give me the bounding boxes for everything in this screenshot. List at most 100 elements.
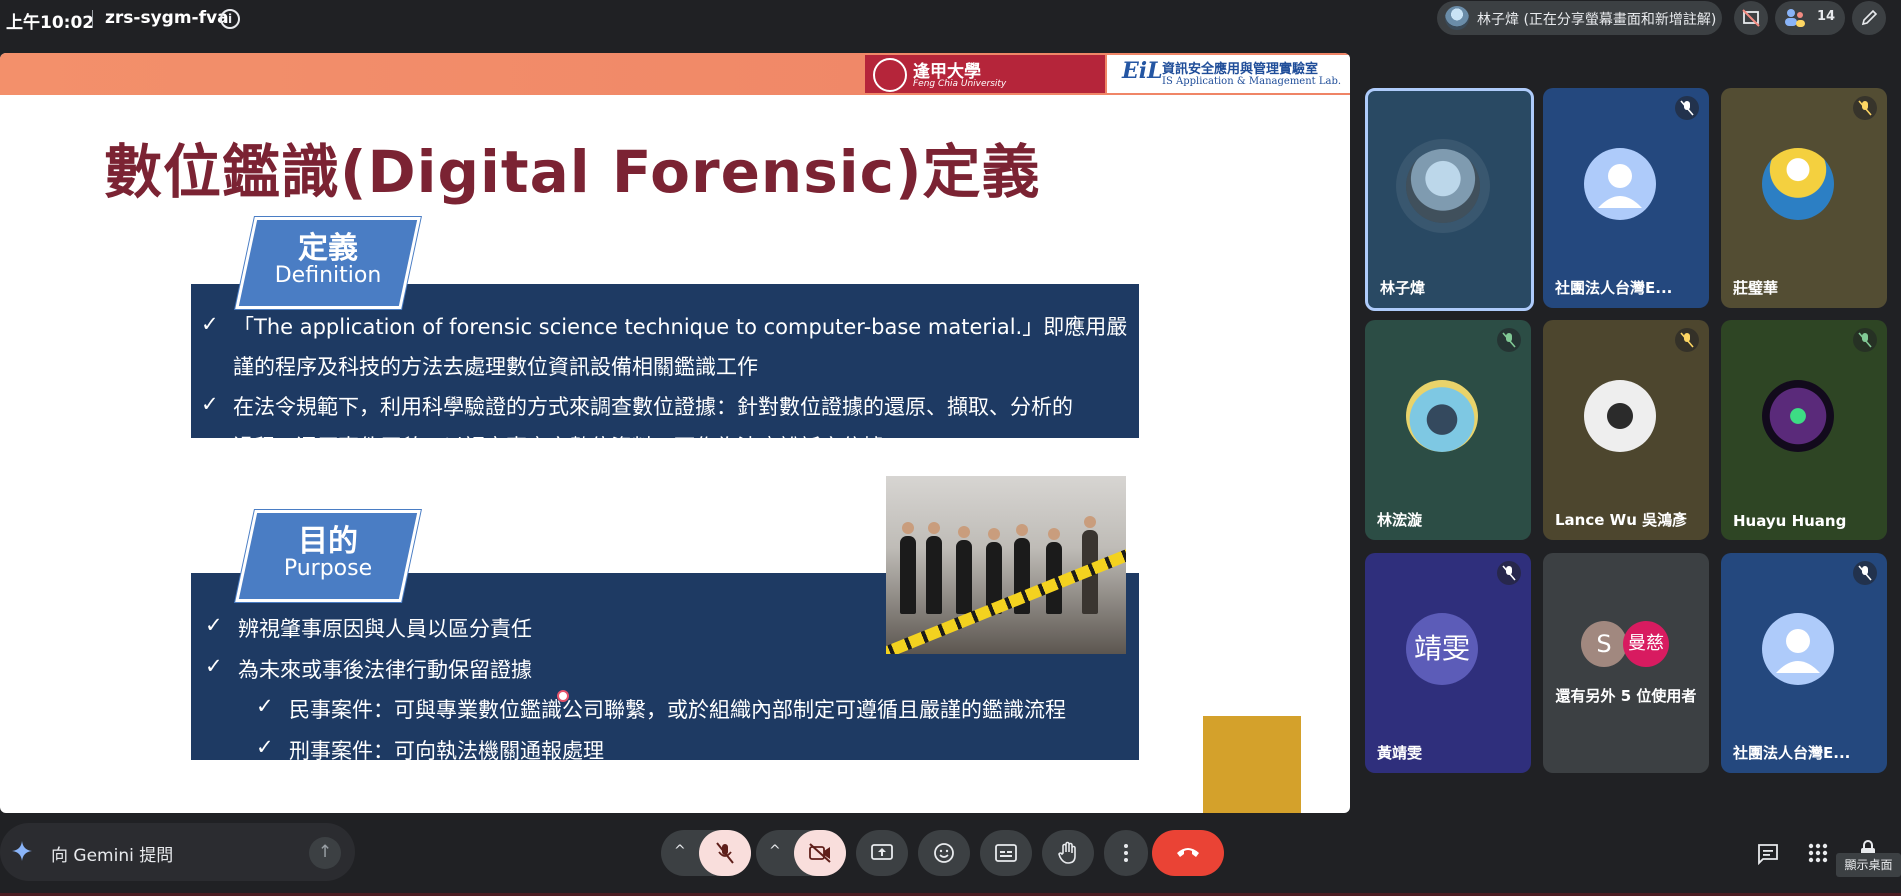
more-participants-label: 還有另外 5 位使用者 <box>1555 687 1697 705</box>
check-icon: ✓ <box>201 312 219 336</box>
participant-tile[interactable]: Huayu Huang <box>1721 320 1887 540</box>
check-icon: ✓ <box>205 654 223 678</box>
participant-name: 黃靖雯 <box>1377 744 1423 762</box>
chat-icon[interactable] <box>1757 843 1779 865</box>
default-avatar-icon <box>1584 148 1656 220</box>
university-name-en: Feng Chia University <box>913 79 1007 89</box>
definition-line-3: 在法令規範下，利用科學驗證的方式來調查數位證據：針對數位證據的還原、擷取、分析的 <box>233 395 1073 419</box>
meeting-code: zrs-sygm-fva <box>105 8 229 28</box>
captions-button[interactable] <box>980 830 1032 876</box>
hang-up-icon <box>1177 848 1199 857</box>
hand-icon <box>1058 841 1076 864</box>
muted-mic-icon <box>1675 328 1699 352</box>
game-avatar <box>1762 380 1834 452</box>
university-seal-icon <box>873 58 907 92</box>
emoji-icon <box>934 843 954 863</box>
present-screen-icon <box>871 844 893 860</box>
participant-tile[interactable]: 靖雯 黃靖雯 <box>1365 553 1531 773</box>
show-desktop-tooltip: 顯示桌面 <box>1836 853 1901 877</box>
purpose-line-4: 刑事案件：可向執法機關通報處理 <box>289 739 604 763</box>
check-icon: ✓ <box>201 392 219 416</box>
participant-name: Lance Wu 吳鴻彥 <box>1555 511 1688 529</box>
participant-name: 林子煒 <box>1380 279 1426 297</box>
decorative-block <box>1203 716 1301 813</box>
participant-count: 14 <box>1817 9 1836 24</box>
chevron-up-icon[interactable]: ^ <box>674 843 686 859</box>
annotation-cursor <box>557 690 569 702</box>
emoji-reaction-button[interactable] <box>918 830 970 876</box>
present-screen-button[interactable] <box>856 830 908 876</box>
muted-mic-icon <box>1853 328 1877 352</box>
statue-avatar <box>1584 380 1656 452</box>
check-icon: ✓ <box>205 613 223 637</box>
raise-hand-button[interactable] <box>1042 830 1094 876</box>
definition-tab-cn: 定義 <box>298 231 358 266</box>
gemini-sparkle-icon <box>12 841 32 861</box>
participant-tile[interactable]: 社團法人台灣E... <box>1543 88 1709 308</box>
purpose-line-2: 為未來或事後法律行動保留證據 <box>238 658 532 682</box>
lab-logo-mark: EiL <box>1122 58 1163 84</box>
apps-grid-icon[interactable] <box>1808 843 1828 863</box>
annotate-button[interactable] <box>1852 1 1886 35</box>
definition-tab-en: Definition <box>274 263 382 288</box>
muted-mic-icon <box>1675 96 1699 120</box>
presenter-status: 林子煒 (正在分享螢幕畫面和新增註解) <box>1477 12 1717 28</box>
default-avatar-icon <box>1762 613 1834 685</box>
participant-avatar <box>1406 149 1480 223</box>
initial-avatar: S <box>1581 621 1627 667</box>
muted-mic-icon <box>1497 561 1521 585</box>
divider <box>92 10 93 28</box>
participant-name: 林浤漩 <box>1377 511 1423 529</box>
camera-toggle-button[interactable] <box>794 830 846 876</box>
forensic-team-photo <box>886 476 1126 654</box>
lab-name-cn: 資訊安全應用與管理實驗室 <box>1162 62 1319 77</box>
present-off-icon <box>1742 9 1760 27</box>
purpose-tab-en: Purpose <box>283 556 373 581</box>
mic-off-icon <box>716 842 734 864</box>
participant-name: 社團法人台灣E... <box>1555 279 1673 297</box>
send-arrow-icon[interactable]: ↑ <box>309 837 341 869</box>
definition-line-1: 「The application of forensic science tec… <box>233 315 1128 339</box>
clock-time: 上午10:02 <box>6 13 95 33</box>
slide-title: 數位鑑識(Digital Forensic)定義 <box>104 138 1041 206</box>
camera-off-icon <box>809 843 831 863</box>
presentation-off-button[interactable] <box>1734 1 1768 35</box>
info-icon[interactable]: i <box>220 9 240 29</box>
participant-name: 莊璧華 <box>1733 279 1779 297</box>
mic-toggle-button[interactable] <box>699 830 751 876</box>
participant-tile[interactable]: Lance Wu 吳鴻彥 <box>1543 320 1709 540</box>
more-vert-icon <box>1124 844 1128 862</box>
initial-avatar: 曼慈 <box>1623 621 1669 667</box>
participant-name: Huayu Huang <box>1733 512 1847 530</box>
people-icon <box>1785 9 1805 27</box>
lab-name-en: IS Application & Management Lab. <box>1162 76 1342 87</box>
participant-tile[interactable]: 莊璧華 <box>1721 88 1887 308</box>
university-logo: 逢甲大學 Feng Chia University <box>865 55 1105 93</box>
more-options-button[interactable] <box>1104 830 1148 876</box>
chevron-up-icon[interactable]: ^ <box>769 843 781 859</box>
gemini-prompt-placeholder: 向 Gemini 提問 <box>51 846 174 866</box>
cat-avatar <box>1406 380 1478 452</box>
more-participants-tile[interactable]: S 曼慈 還有另外 5 位使用者 <box>1543 553 1709 773</box>
participant-tile[interactable]: 林子煒 <box>1365 88 1534 311</box>
lab-logo: EiL 資訊安全應用與管理實驗室 IS Application & Manage… <box>1107 55 1350 93</box>
top-bar: 上午10:02 zrs-sygm-fva i 林子煒 (正在分享螢幕畫面和新增註… <box>0 0 1901 40</box>
shared-screen: 逢甲大學 Feng Chia University EiL 資訊安全應用與管理實… <box>0 53 1350 813</box>
participant-tile[interactable]: 社團法人台灣E... <box>1721 553 1887 773</box>
muted-mic-icon <box>1853 561 1877 585</box>
definition-line-4: 過程，還原事件原貌，以認定事實之數位資料，可作為法庭訟訴之依據 <box>233 435 884 459</box>
purpose-line-3: 民事案件：可與專業數位鑑識公司聯繫，或於組織內部制定可遵循且嚴謹的鑑識流程 <box>289 698 1066 722</box>
purpose-tab-cn: 目的 <box>298 524 358 559</box>
presenter-avatar <box>1445 6 1469 30</box>
captions-icon <box>995 844 1017 862</box>
check-icon: ✓ <box>256 694 274 718</box>
definition-line-2: 謹的程序及科技的方法去處理數位資訊設備相關鑑識工作 <box>233 355 758 379</box>
leave-call-button[interactable] <box>1152 830 1224 876</box>
pencil-icon <box>1861 9 1878 26</box>
muted-mic-icon <box>1497 328 1521 352</box>
initials-avatar: 靖雯 <box>1406 613 1478 685</box>
flower-avatar <box>1762 148 1834 220</box>
participant-tile[interactable]: 林浤漩 <box>1365 320 1531 540</box>
participant-name: 社團法人台灣E... <box>1733 744 1851 762</box>
check-icon: ✓ <box>256 735 274 759</box>
